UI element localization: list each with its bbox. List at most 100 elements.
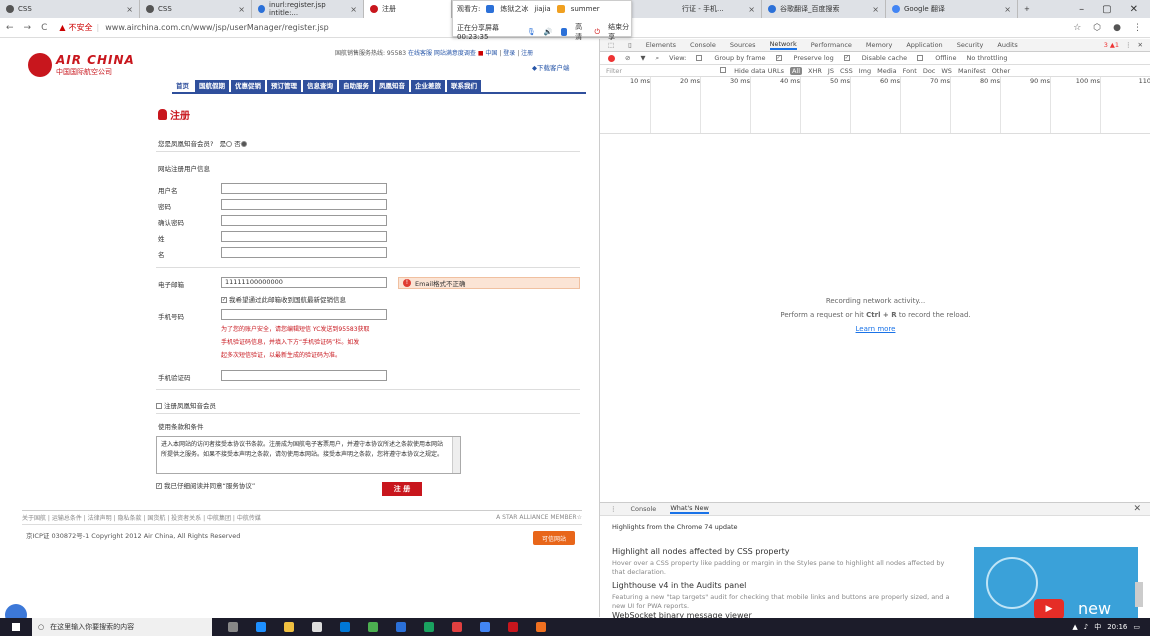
terms-textarea[interactable]: 进入本网站的访问者接受本协议书条款。注册成为国航电子客票用户，并遵守本协议所述之… (156, 436, 461, 474)
close-icon[interactable]: × (238, 5, 245, 14)
volume-icon[interactable]: ♪ (1084, 623, 1088, 631)
nav-home[interactable]: 首页 (172, 80, 193, 92)
filter-input[interactable]: Filter (606, 67, 622, 75)
new-tab-button[interactable]: + (1018, 0, 1042, 18)
preserve-log-checkbox[interactable]: ✓ (775, 55, 782, 61)
whats-new-item-title[interactable]: Lighthouse v4 in the Audits panel (612, 581, 746, 590)
record-icon[interactable] (608, 54, 615, 62)
nav-info[interactable]: 信息查询 (303, 80, 337, 92)
url-field[interactable]: www.airchina.com.cn/www/jsp/userManager/… (105, 23, 329, 32)
group-by-frame-checkbox[interactable] (696, 55, 703, 61)
reload-icon[interactable]: C (41, 23, 47, 33)
drawer-tab-console[interactable]: Console (631, 505, 657, 513)
disable-cache-checkbox[interactable]: ✓ (843, 55, 850, 61)
taskbar-search[interactable]: ○ 在这里输入你要搜索的内容 (32, 618, 212, 636)
ime-indicator[interactable]: 中 (1094, 622, 1101, 632)
maximize-button[interactable]: ▢ (1102, 4, 1111, 15)
nav-holidays[interactable]: 国航假期 (195, 80, 229, 92)
offline-checkbox[interactable] (917, 55, 924, 61)
settings-icon[interactable]: ⋮ (1125, 41, 1132, 49)
security-indicator[interactable]: 不安全 (69, 22, 93, 33)
type-other[interactable]: Other (992, 67, 1010, 75)
tab-network[interactable]: Network (769, 40, 797, 50)
end-share-button[interactable]: 结束分享 (608, 22, 631, 42)
scrollbar[interactable] (452, 437, 460, 473)
tab-application[interactable]: Application (906, 41, 942, 49)
tab-search[interactable]: inurl:register.jsp intitle:... × (252, 0, 364, 18)
email-opt-in[interactable]: ✓ 我希望通过此邮箱收到国航最新促销信息 (221, 294, 346, 304)
tab-console[interactable]: Console (690, 41, 716, 49)
drawer-menu-icon[interactable]: ⋮ (610, 505, 617, 513)
tab-security[interactable]: Security (957, 41, 984, 49)
learn-more-link[interactable]: Learn more (856, 325, 896, 333)
agree-checkbox[interactable]: ✓ (156, 483, 162, 489)
email-input[interactable]: 11111100000000 (221, 277, 387, 288)
error-count[interactable]: 3 ▲1 (1104, 41, 1119, 49)
tab-elements[interactable]: Elements (646, 41, 676, 49)
type-ws[interactable]: WS (941, 67, 952, 75)
tab-mobile[interactable]: 行证 - 手机... × (676, 0, 762, 18)
tab-css-1[interactable]: CSS × (0, 0, 140, 18)
type-css[interactable]: CSS (840, 67, 853, 75)
hide-data-urls-checkbox[interactable] (720, 66, 727, 73)
close-icon[interactable]: × (748, 5, 755, 14)
store-icon[interactable] (312, 622, 322, 632)
whats-new-video-thumbnail[interactable]: ▶ new (974, 547, 1138, 622)
agree-option[interactable]: ✓ 我已仔细阅读并同意“服务协议” (156, 480, 255, 490)
type-doc[interactable]: Doc (923, 67, 936, 75)
star-icon[interactable]: ☆ (1073, 23, 1081, 33)
member-yes-radio[interactable] (226, 141, 233, 147)
tab-sources[interactable]: Sources (730, 41, 756, 49)
clear-icon[interactable]: ⊘ (625, 54, 630, 62)
chrome-icon[interactable] (480, 622, 490, 632)
search-icon[interactable]: ⌕ (655, 54, 659, 63)
clock[interactable]: 20:16 (1107, 623, 1127, 631)
email-opt-in-checkbox[interactable]: ✓ (221, 297, 227, 303)
region-link[interactable]: 中国 (485, 50, 497, 57)
account-icon[interactable]: ● (1113, 23, 1121, 33)
nav-contact[interactable]: 联系我们 (447, 80, 481, 92)
app-icon[interactable] (396, 622, 406, 632)
close-drawer-icon[interactable]: ✕ (1133, 504, 1150, 514)
windows-start-icon[interactable] (12, 623, 20, 631)
tab-baidu[interactable]: 谷歌翻译_百度搜索 × (762, 0, 886, 18)
username-input[interactable] (221, 183, 387, 194)
airchina-logo[interactable]: AIR CHINA 中国国际航空公司 (28, 53, 135, 77)
timeline-area[interactable] (600, 89, 1150, 134)
close-icon[interactable]: × (126, 5, 133, 14)
tab-audits[interactable]: Audits (997, 41, 1017, 49)
drawer-scrollbar[interactable] (1135, 582, 1143, 607)
back-icon[interactable]: ← (6, 23, 14, 33)
code-input[interactable] (221, 370, 387, 381)
explorer-icon[interactable] (284, 622, 294, 632)
task-view-icon[interactable] (228, 622, 238, 632)
online-service-link[interactable]: 在线客服 (408, 50, 432, 57)
type-xhr[interactable]: XHR (808, 67, 822, 75)
given-name-input[interactable] (221, 247, 387, 258)
register-member-option[interactable]: 注册凤凰知音会员 (156, 400, 216, 410)
throttling-select[interactable]: No throttling (967, 54, 1008, 62)
inspect-icon[interactable]: ⬚ (608, 41, 614, 49)
whats-new-item-title[interactable]: Highlight all nodes affected by CSS prop… (612, 547, 790, 556)
edge-icon[interactable] (256, 622, 266, 632)
footer-links-text[interactable]: 关于国航 | 运输总条件 | 法律声明 | 隐私条款 | 国货航 | 投资者关系… (22, 513, 261, 522)
close-icon[interactable]: × (872, 5, 879, 14)
mobile-input[interactable] (221, 309, 387, 320)
type-manifest[interactable]: Manifest (958, 67, 986, 75)
app-icon[interactable] (424, 622, 434, 632)
hd-button[interactable]: 高清 (575, 22, 586, 42)
login-link[interactable]: 登录 (503, 50, 515, 57)
notification-icon[interactable]: ▭ (1133, 623, 1140, 631)
forward-icon[interactable]: → (24, 23, 32, 33)
network-icon[interactable]: ▲ (1072, 623, 1077, 631)
nav-promotions[interactable]: 优惠促销 (231, 80, 265, 92)
nav-booking[interactable]: 预订管理 (267, 80, 301, 92)
mail-icon[interactable] (340, 622, 350, 632)
app-icon[interactable] (536, 622, 546, 632)
nav-phoenix-miles[interactable]: 凤凰知音 (375, 80, 409, 92)
type-js[interactable]: JS (828, 67, 834, 75)
menu-icon[interactable]: ⋮ (1133, 23, 1142, 33)
type-img[interactable]: Img (859, 67, 871, 75)
type-media[interactable]: Media (877, 67, 897, 75)
download-client-link[interactable]: ◆下载客户端 (532, 62, 570, 72)
